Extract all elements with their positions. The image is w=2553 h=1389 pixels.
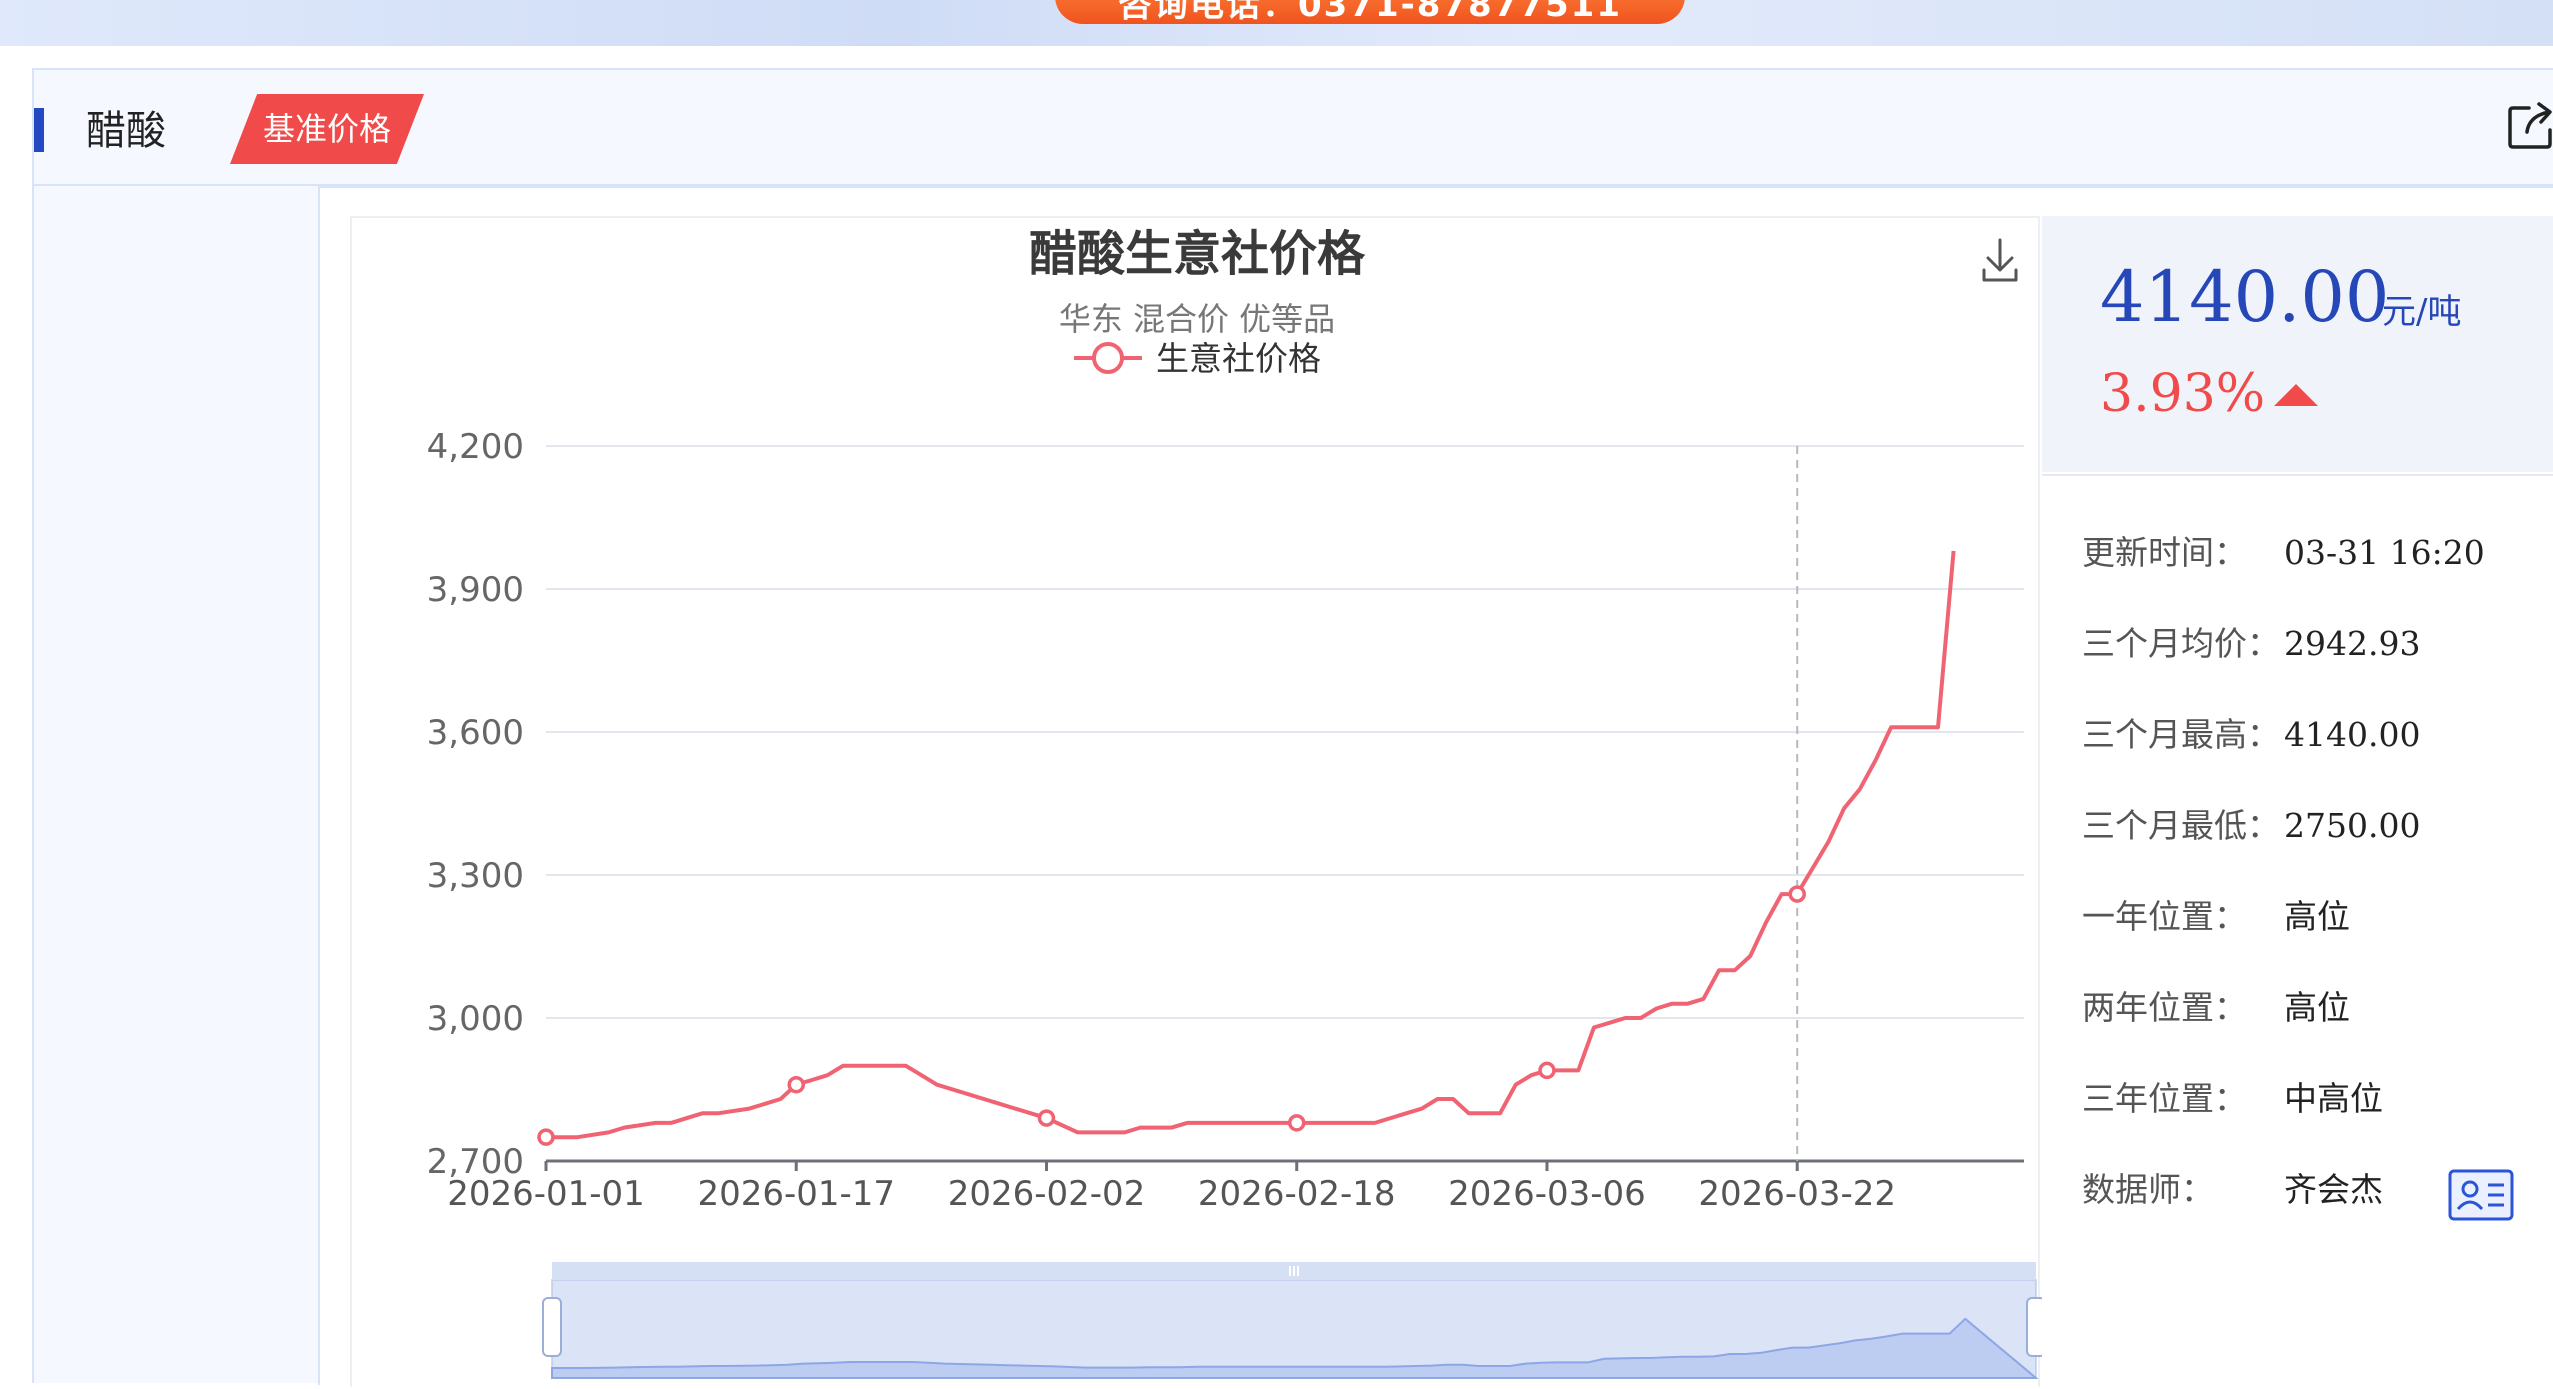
chart-subtitle: 华东 混合价 优等品 <box>1059 300 1335 338</box>
price-line-chart: 醋酸生意社价格 华东 混合价 优等品 生意社价格 2,7003,0003,300… <box>427 226 2042 1379</box>
panel-header: 醋酸 基准价格 <box>34 70 2553 186</box>
accent-bar <box>34 108 44 152</box>
y-tick-label: 3,000 <box>427 999 524 1039</box>
price-panel: 醋酸 基准价格 醋酸生意社价格 华东 混合价 优等品 生意社价格 2,700 3… <box>32 68 2553 1387</box>
data-point[interactable] <box>1037 1109 1056 1127</box>
contact-card-icon[interactable] <box>2448 1169 2514 1221</box>
data-point[interactable] <box>787 1075 805 1094</box>
change-percent: 3.93% <box>2100 364 2266 424</box>
download-icon[interactable] <box>1982 238 2018 282</box>
chart-title: 醋酸生意社价格 <box>1029 226 1366 282</box>
y-tick-label: 3,600 <box>427 713 524 753</box>
x-tick-label: 2026-03-22 <box>1698 1174 1896 1214</box>
x-tick-label: 2026-01-17 <box>697 1174 895 1214</box>
stat-analyst: 数据师： 齐会杰 <box>2082 1165 2553 1221</box>
analyst-name: 齐会杰 <box>2284 1170 2383 1209</box>
arrow-up-icon <box>2274 384 2318 406</box>
legend-label: 生意社价格 <box>1156 339 1321 378</box>
series-line <box>546 550 1956 1140</box>
current-price: 4140.00 <box>2100 256 2390 338</box>
x-tick-label: 2026-03-06 <box>1448 1174 1646 1214</box>
y-tick-label: 3,900 <box>427 570 524 610</box>
stats-list: 更新时间： 03-31 16:20 三个月均价： 2942.93 三个月最高： … <box>2042 474 2553 1387</box>
chart-legend[interactable]: 生意社价格 <box>1074 339 1321 378</box>
x-tick-label: 2026-02-02 <box>948 1174 1146 1214</box>
x-tick-label: 2026-01-01 <box>447 1174 645 1214</box>
zoom-handle-right[interactable] <box>2026 1297 2042 1357</box>
data-point[interactable] <box>1287 1114 1306 1132</box>
chart-card: 醋酸生意社价格 华东 混合价 优等品 生意社价格 2,700 3,000 3,300… <box>350 216 2042 1387</box>
content-box: 醋酸生意社价格 华东 混合价 优等品 生意社价格 2,700 3,000 3,300… <box>318 186 2553 1387</box>
price-unit: 元/吨 <box>2382 292 2462 332</box>
current-price-box: 4140.00 元/吨 3.93% <box>2042 216 2553 472</box>
data-point[interactable] <box>1788 885 1806 903</box>
legend-marker <box>1092 342 1124 374</box>
share-icon[interactable] <box>2507 100 2553 152</box>
y-tick-label: 4,200 <box>427 427 524 467</box>
product-name: 醋酸 <box>86 108 166 154</box>
zoom-window[interactable] <box>552 1280 2036 1378</box>
hotline-button[interactable]: 咨询电话：0371-87877511 <box>1055 0 1685 25</box>
benchmark-price-tag[interactable]: 基准价格 <box>230 94 424 164</box>
data-point[interactable] <box>1538 1061 1556 1080</box>
data-point[interactable] <box>537 1128 555 1146</box>
top-banner: 咨询电话：0371-87877511 <box>0 0 2553 46</box>
zoom-handle-left[interactable] <box>542 1297 562 1357</box>
y-tick-label: 3,300 <box>427 856 524 896</box>
x-tick-label: 2026-02-18 <box>1198 1174 1396 1214</box>
